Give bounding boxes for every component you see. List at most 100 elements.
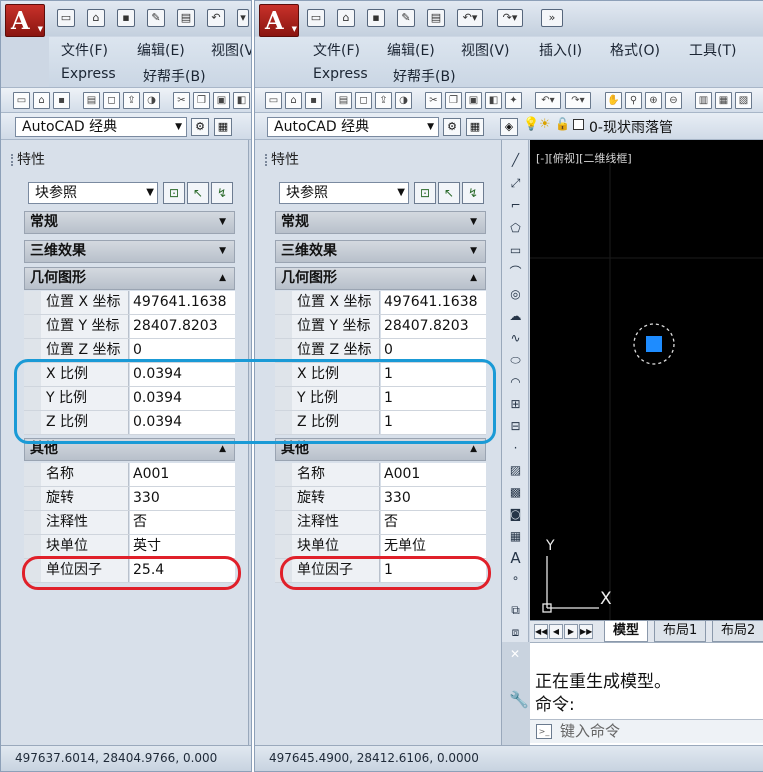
save-icon[interactable]: ▪ <box>305 92 322 109</box>
redo-dropdown-icon[interactable]: ▾ <box>237 9 249 27</box>
property-value[interactable]: 497641.1638 <box>381 291 486 314</box>
pickadd-toggle-icon[interactable]: ⊡ <box>414 182 436 204</box>
zoom-previous-icon[interactable]: ⊖ <box>665 92 682 109</box>
spline-icon[interactable]: ∿ <box>507 330 524 347</box>
menu-edit[interactable]: 编辑(E) <box>137 40 185 60</box>
add-selected-icon[interactable]: ∘ <box>507 570 524 587</box>
make-block-icon[interactable]: ⊟ <box>507 418 524 435</box>
cut-icon[interactable]: ✂ <box>425 92 442 109</box>
command-input[interactable]: >_ 键入命令 <box>530 719 763 743</box>
tab-model[interactable]: 模型 <box>604 621 649 642</box>
open-icon[interactable]: ⌂ <box>33 92 50 109</box>
mtext-icon[interactable]: A <box>507 550 524 567</box>
undo-icon[interactable]: ↶▾ <box>535 92 561 109</box>
menu-edit[interactable]: 编辑(E) <box>387 40 435 60</box>
current-layer[interactable]: 0-现状雨落管 <box>589 117 673 137</box>
polyline-icon[interactable]: ⌐ <box>507 197 524 214</box>
match-prop-icon[interactable]: ◧ <box>485 92 502 109</box>
copy-objects-icon[interactable]: ⧉ <box>507 602 524 619</box>
zoom-window-icon[interactable]: ⊕ <box>645 92 662 109</box>
properties-icon[interactable]: ▥ <box>695 92 712 109</box>
property-value[interactable]: 497641.1638 <box>130 291 235 314</box>
plot-preview-icon[interactable]: ◻ <box>103 92 120 109</box>
arc-icon[interactable]: ⌒ <box>507 264 524 281</box>
tab-layout2[interactable]: 布局2 <box>712 621 763 642</box>
menu-express[interactable]: Express <box>313 66 368 82</box>
save-icon[interactable]: ▪ <box>53 92 70 109</box>
section-3d-effects[interactable]: 三维效果 ▼ <box>275 240 486 263</box>
save-as-icon[interactable]: ✎ <box>397 9 415 27</box>
property-value[interactable]: 否 <box>130 511 235 534</box>
point-icon[interactable]: · <box>507 440 524 457</box>
rectangle-icon[interactable]: ▭ <box>507 242 524 259</box>
cut-icon[interactable]: ✂ <box>173 92 190 109</box>
property-value[interactable]: 英寸 <box>130 535 235 558</box>
plot-icon[interactable]: ▤ <box>83 92 100 109</box>
property-row[interactable]: 位置 Y 坐标 28407.8203 <box>275 315 486 339</box>
region-icon[interactable]: ◙ <box>507 506 524 523</box>
section-3d-effects[interactable]: 三维效果 ▼ <box>24 240 235 263</box>
zoom-realtime-icon[interactable]: ⚲ <box>625 92 642 109</box>
object-type-select[interactable]: 块参照 ▼ <box>28 182 158 204</box>
menu-tools[interactable]: 工具(T) <box>689 40 736 60</box>
open-folder-icon[interactable]: ⌂ <box>337 9 355 27</box>
ellipse-arc-icon[interactable]: ◠ <box>507 374 524 391</box>
qnew-icon[interactable]: ▭ <box>265 92 282 109</box>
new-file-icon[interactable]: ▭ <box>307 9 325 27</box>
property-row[interactable]: 注释性否 <box>275 511 486 535</box>
grip-icon[interactable] <box>265 154 269 166</box>
insert-block-icon[interactable]: ⊞ <box>507 396 524 413</box>
layer-manager-icon[interactable]: ◈ <box>500 118 518 136</box>
property-value[interactable]: 否 <box>381 511 486 534</box>
property-row[interactable]: 名称 A001 <box>275 463 486 487</box>
3d-dwf-icon[interactable]: ◑ <box>143 92 160 109</box>
section-general[interactable]: 常规 ▼ <box>275 211 486 234</box>
section-geometry[interactable]: 几何图形 ▲ <box>24 267 235 290</box>
plot-preview-icon[interactable]: ◻ <box>355 92 372 109</box>
customize-icon[interactable]: ▦ <box>466 118 484 136</box>
print-icon[interactable]: ▤ <box>177 9 195 27</box>
workspace-dropdown[interactable]: AutoCAD 经典 ▼ <box>15 117 187 137</box>
redo-icon[interactable]: ↷▾ <box>565 92 591 109</box>
customize-icon[interactable]: ▦ <box>214 118 232 136</box>
property-row[interactable]: 位置 Y 坐标 28407.8203 <box>24 315 235 339</box>
command-prompt-icon[interactable]: >_ <box>536 724 552 739</box>
print-icon[interactable]: ▤ <box>427 9 445 27</box>
lightbulb-icon[interactable]: 💡 <box>523 117 539 132</box>
property-value[interactable]: A001 <box>130 463 235 486</box>
select-objects-icon[interactable]: ↖ <box>187 182 209 204</box>
design-center-icon[interactable]: ▦ <box>715 92 732 109</box>
property-value[interactable]: 无单位 <box>381 535 486 558</box>
quick-select-icon[interactable]: ↯ <box>211 182 233 204</box>
paste-icon[interactable]: ▣ <box>213 92 230 109</box>
new-file-icon[interactable]: ▭ <box>57 9 75 27</box>
property-value[interactable]: 28407.8203 <box>130 315 235 338</box>
undo-icon[interactable]: ↶▾ <box>457 9 483 27</box>
overflow-icon[interactable]: » <box>541 9 563 27</box>
publish-icon[interactable]: ⇪ <box>123 92 140 109</box>
property-value[interactable]: A001 <box>381 463 486 486</box>
lock-icon[interactable]: 🔓 <box>555 117 570 131</box>
plot-icon[interactable]: ▤ <box>335 92 352 109</box>
workspace-settings-icon[interactable]: ⚙ <box>443 118 461 136</box>
publish-icon[interactable]: ⇪ <box>375 92 392 109</box>
sun-icon[interactable]: ☀ <box>539 117 551 132</box>
save-icon[interactable]: ▪ <box>117 9 135 27</box>
table-icon[interactable]: ▦ <box>507 528 524 545</box>
pickadd-toggle-icon[interactable]: ⊡ <box>163 182 185 204</box>
menu-file[interactable]: 文件(F) <box>61 40 108 60</box>
app-menu-button[interactable]: A ▼ <box>5 4 45 37</box>
open-folder-icon[interactable]: ⌂ <box>87 9 105 27</box>
paste-icon[interactable]: ▣ <box>465 92 482 109</box>
menu-express[interactable]: Express <box>61 66 116 82</box>
property-row[interactable]: 旋转 330 <box>275 487 486 511</box>
qnew-icon[interactable]: ▭ <box>13 92 30 109</box>
copy-icon[interactable]: ❐ <box>445 92 462 109</box>
customize-wrench-icon[interactable]: 🔧 <box>509 690 529 709</box>
tool-palettes-icon[interactable]: ▧ <box>735 92 752 109</box>
property-value[interactable]: 28407.8203 <box>381 315 486 338</box>
copy-icon[interactable]: ❐ <box>193 92 210 109</box>
move-objects-icon[interactable]: ⧈ <box>507 624 524 641</box>
pan-icon[interactable]: ✋ <box>605 92 622 109</box>
property-row[interactable]: 位置 X 坐标 497641.1638 <box>275 291 486 315</box>
